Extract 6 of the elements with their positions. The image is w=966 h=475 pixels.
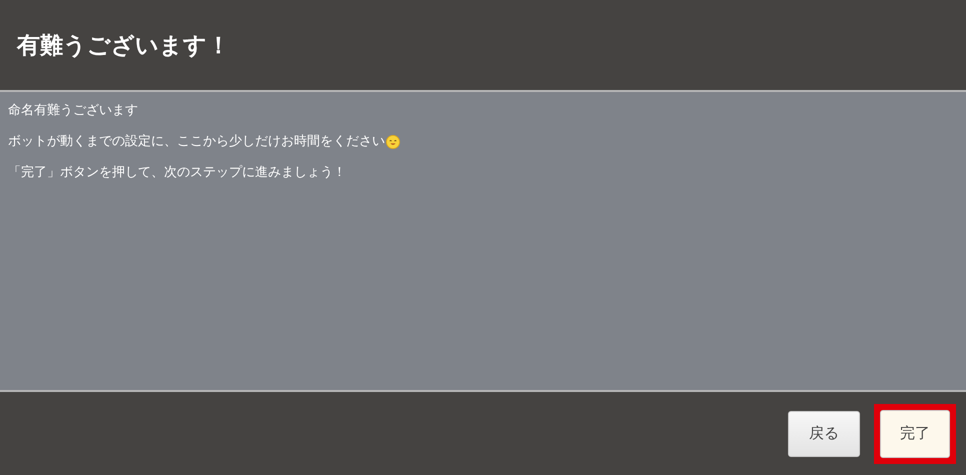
back-button[interactable]: 戻る [788, 410, 860, 456]
done-button[interactable]: 完了 [880, 410, 950, 458]
message-text: ボットが動くまでの設定に、ここから少しだけお時間をください [8, 133, 385, 150]
message-text: 命名有難うございます [8, 102, 139, 119]
message-text: 「完了」ボタンを押して、次のステップに進みましょう！ [8, 164, 347, 181]
dialog-title: 有難うございます！ [17, 32, 230, 60]
